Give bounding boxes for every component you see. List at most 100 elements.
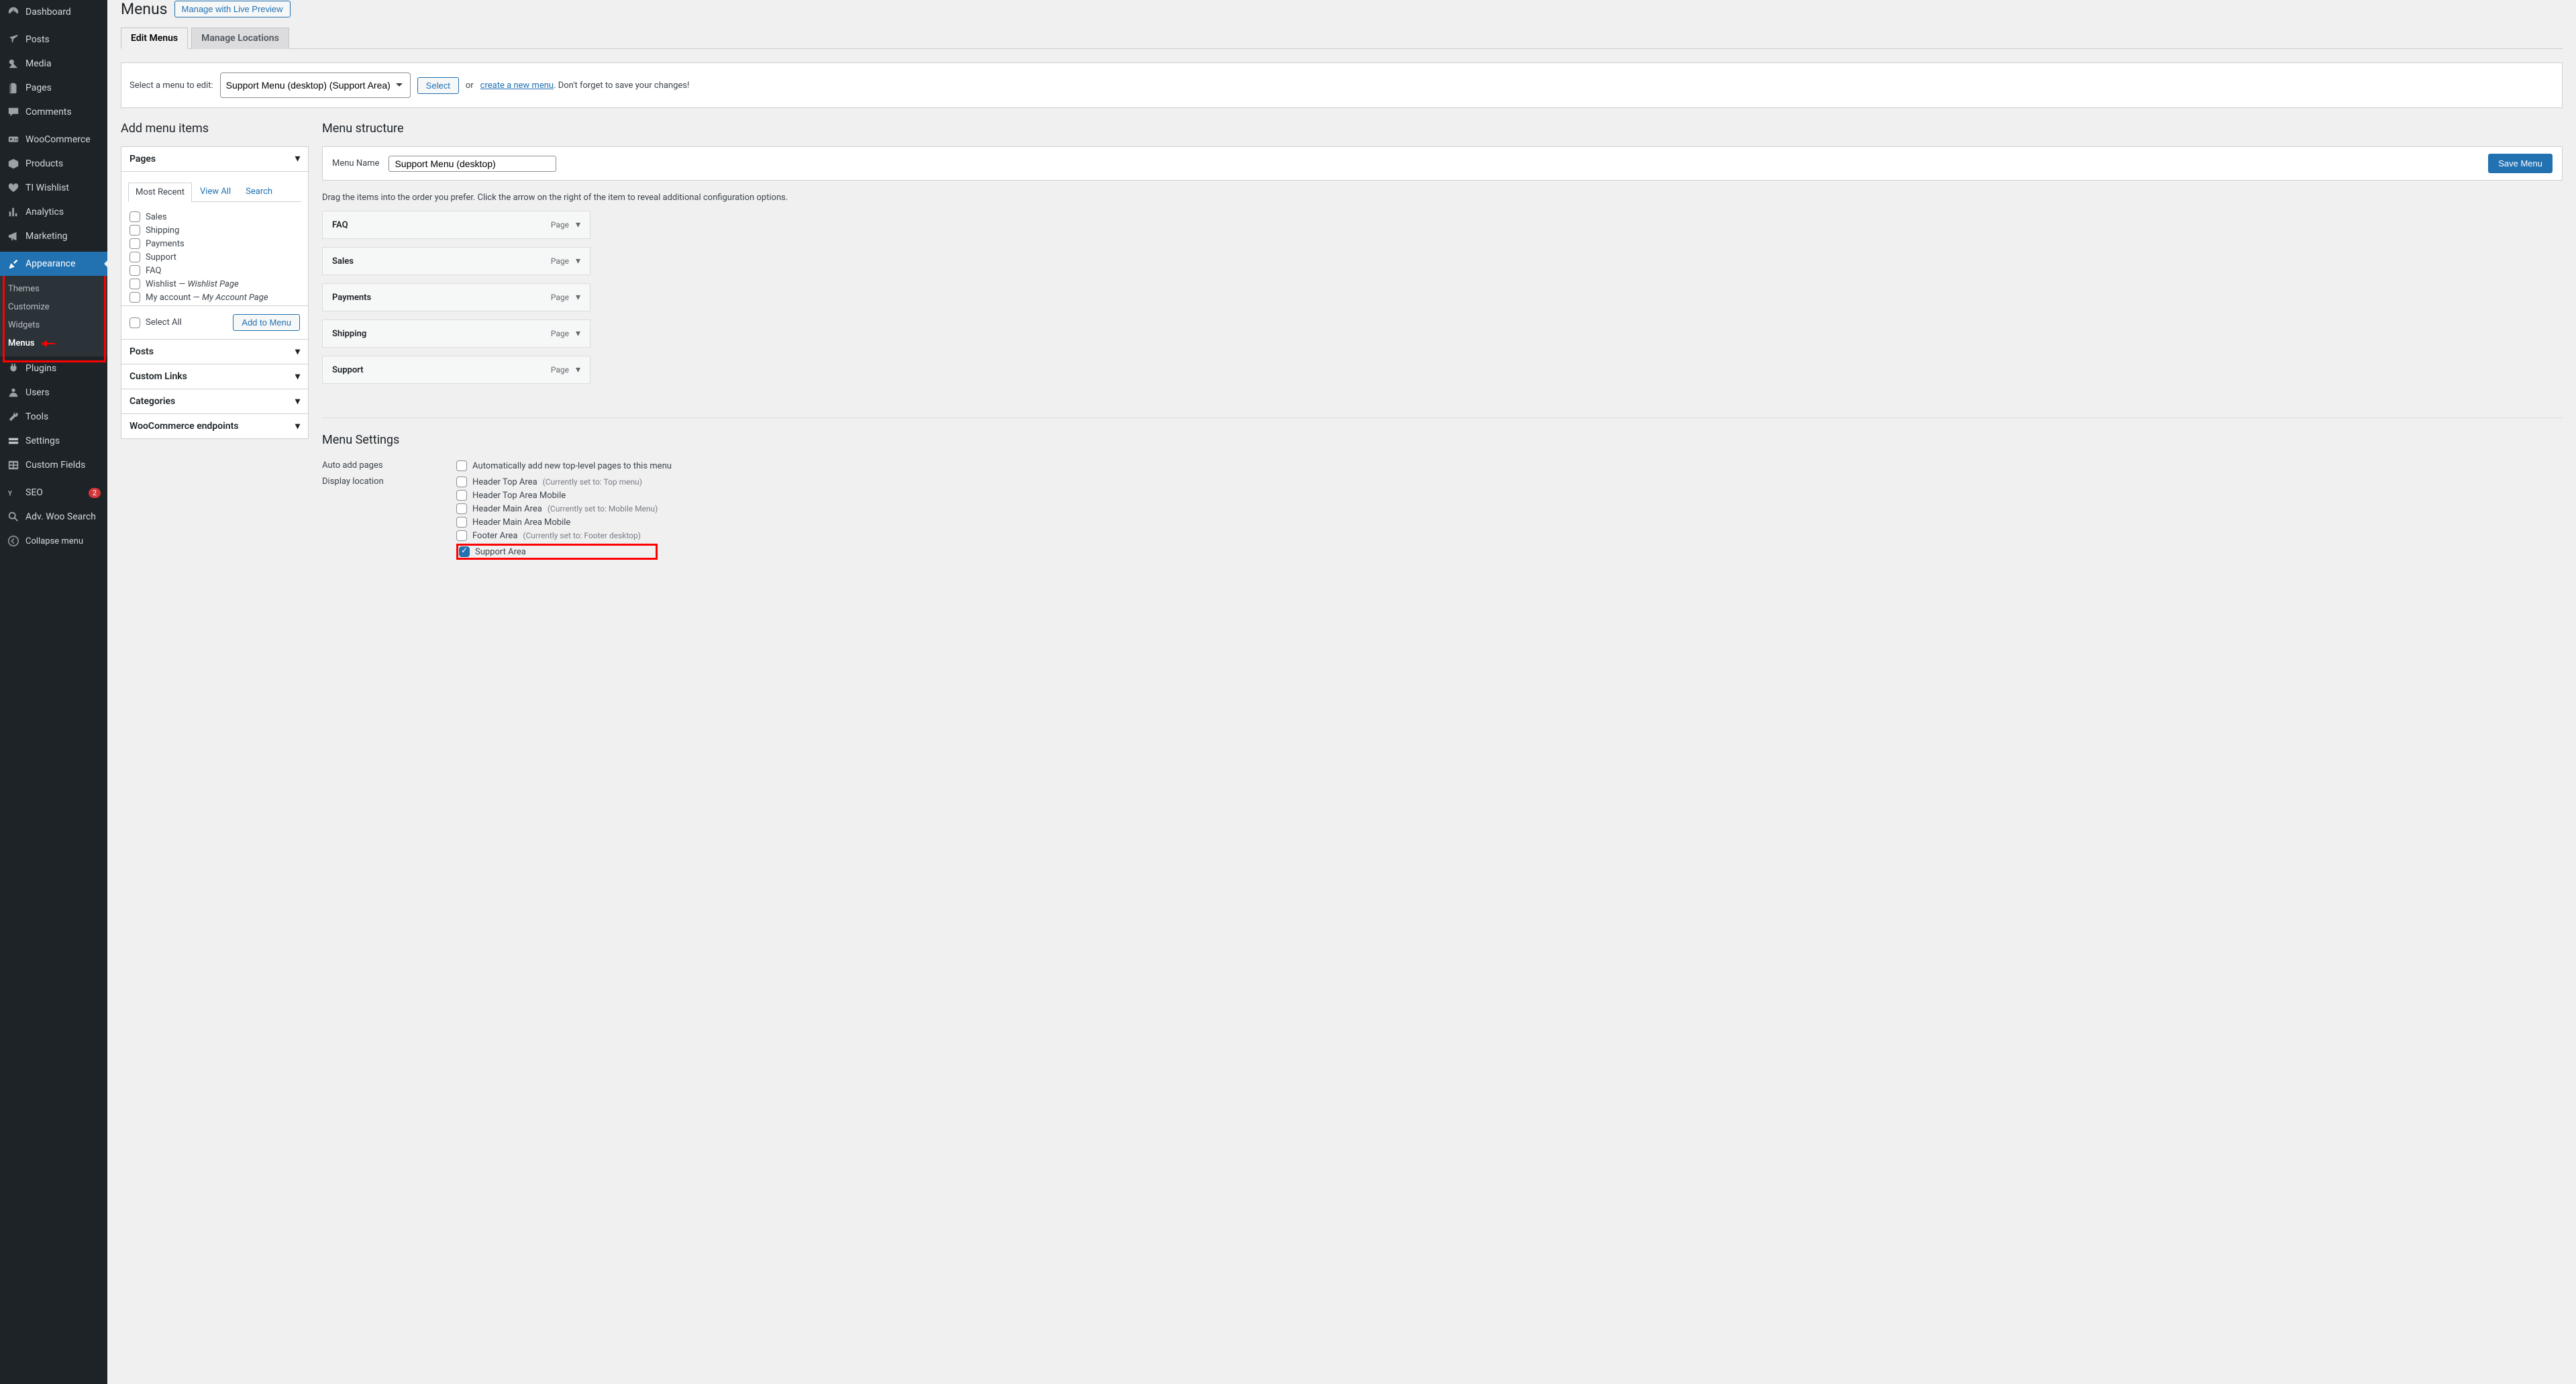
location-option[interactable]: Header Main Area Mobile <box>456 517 658 528</box>
select-all-checkbox[interactable] <box>130 317 140 328</box>
location-checkbox[interactable] <box>456 517 467 528</box>
sidebar-item-tools[interactable]: Tools <box>0 405 107 429</box>
live-preview-button[interactable]: Manage with Live Preview <box>174 1 291 17</box>
menu-structure-item[interactable]: Shipping Page ▾ <box>322 319 590 348</box>
auto-add-checkbox[interactable] <box>456 460 467 471</box>
sidebar-item-dashboard[interactable]: Dashboard <box>0 0 107 24</box>
menu-name-input[interactable] <box>389 156 556 172</box>
sidebar-collapse[interactable]: Collapse menu <box>0 529 107 553</box>
save-menu-button[interactable]: Save Menu <box>2488 154 2553 173</box>
add-to-menu-button[interactable]: Add to Menu <box>233 314 300 331</box>
page-header: Menus Manage with Live Preview <box>121 0 2563 21</box>
select-button[interactable]: Select <box>417 77 459 94</box>
tab-search[interactable]: Search <box>239 183 279 201</box>
page-label: Payments <box>146 239 185 249</box>
sidebar-item-adv-woo-search[interactable]: Adv. Woo Search <box>0 505 107 529</box>
chevron-down-icon: ▾ <box>295 396 300 407</box>
sidebar-item-seo[interactable]: Y SEO 2 <box>0 481 107 505</box>
location-checkbox[interactable] <box>456 477 467 487</box>
auto-add-option[interactable]: Automatically add new top-level pages to… <box>456 460 672 471</box>
sidebar-item-plugins[interactable]: Plugins <box>0 356 107 381</box>
accordion-woo-header[interactable]: WooCommerce endpoints ▾ <box>121 414 308 438</box>
structure-heading: Menu structure <box>322 121 2563 136</box>
submenu-themes[interactable]: Themes <box>0 280 107 298</box>
accordion-categories-header[interactable]: Categories ▾ <box>121 389 308 413</box>
page-checkbox[interactable] <box>130 252 140 262</box>
submenu-widgets[interactable]: Widgets <box>0 316 107 334</box>
menu-item-type: Page <box>551 365 569 375</box>
location-option[interactable]: Header Main Area (Currently set to: Mobi… <box>456 503 658 514</box>
menu-structure-item[interactable]: Sales Page ▾ <box>322 247 590 275</box>
menu-structure-item[interactable]: Payments Page ▾ <box>322 283 590 311</box>
sidebar-item-analytics[interactable]: Analytics <box>0 200 107 224</box>
sidebar-item-wishlist[interactable]: TI Wishlist <box>0 176 107 200</box>
menu-item-title: Payments <box>332 293 371 303</box>
select-all-row: Select All Add to Menu <box>121 305 308 339</box>
chevron-down-icon[interactable]: ▾ <box>576 328 580 339</box>
posts-icon <box>7 33 20 46</box>
location-option[interactable]: Support Area <box>456 544 658 560</box>
sidebar-item-pages[interactable]: Pages <box>0 76 107 100</box>
marketing-icon <box>7 230 20 243</box>
sidebar-item-woocommerce[interactable]: WooCommerce <box>0 128 107 152</box>
page-checkbox[interactable] <box>130 225 140 236</box>
accordion-pages-header[interactable]: Pages ▴ <box>121 147 308 172</box>
location-option[interactable]: Header Top Area Mobile <box>456 490 658 501</box>
accordion-posts-header[interactable]: Posts ▾ <box>121 340 308 364</box>
page-checkbox[interactable] <box>130 211 140 222</box>
chevron-down-icon[interactable]: ▾ <box>576 219 580 230</box>
location-option[interactable]: Footer Area (Currently set to: Footer de… <box>456 530 658 541</box>
tab-manage-locations[interactable]: Manage Locations <box>191 28 289 49</box>
sidebar-item-marketing[interactable]: Marketing <box>0 224 107 248</box>
add-items-heading: Add menu items <box>121 121 309 136</box>
page-checkbox[interactable] <box>130 238 140 249</box>
location-checkbox[interactable] <box>456 503 467 514</box>
accordion-custom-links-header[interactable]: Custom Links ▾ <box>121 364 308 389</box>
select-all-label[interactable]: Select All <box>130 316 182 330</box>
sidebar-item-custom-fields[interactable]: Custom Fields <box>0 453 107 477</box>
sidebar-label: Plugins <box>25 363 101 374</box>
sidebar-item-users[interactable]: Users <box>0 381 107 405</box>
sidebar-item-posts[interactable]: Posts <box>0 28 107 52</box>
svg-text:Y: Y <box>8 491 13 498</box>
tab-most-recent[interactable]: Most Recent <box>128 183 192 202</box>
menu-name-label: Menu Name <box>332 158 379 168</box>
submenu-menus[interactable]: Menus <box>0 334 107 352</box>
chevron-down-icon: ▾ <box>295 346 300 357</box>
location-text: Header Main Area <box>472 504 542 514</box>
sidebar-item-products[interactable]: Products <box>0 152 107 176</box>
tab-edit-menus[interactable]: Edit Menus <box>121 28 188 49</box>
tab-view-all[interactable]: View All <box>193 183 238 201</box>
page-checkbox[interactable] <box>130 292 140 303</box>
menu-select-dropdown[interactable]: Support Menu (desktop) (Support Area) <box>220 72 411 98</box>
create-menu-link[interactable]: create a new menu <box>480 81 554 91</box>
location-text: Header Main Area Mobile <box>472 517 570 528</box>
page-checkbox[interactable] <box>130 265 140 276</box>
location-checkbox[interactable] <box>459 546 470 557</box>
location-text: Header Top Area <box>472 477 537 487</box>
chevron-down-icon[interactable]: ▾ <box>576 256 580 266</box>
chevron-down-icon[interactable]: ▾ <box>576 292 580 303</box>
or-text: or <box>466 81 474 91</box>
menu-structure-item[interactable]: Support Page ▾ <box>322 356 590 384</box>
location-checkbox[interactable] <box>456 530 467 541</box>
sidebar-item-appearance[interactable]: Appearance <box>0 252 107 276</box>
sidebar-item-settings[interactable]: Settings <box>0 429 107 453</box>
accordion-woo-endpoints: WooCommerce endpoints ▾ <box>121 413 308 438</box>
chevron-down-icon[interactable]: ▾ <box>576 364 580 375</box>
sidebar-item-comments[interactable]: Comments <box>0 100 107 124</box>
display-location-row: Display location Header Top Area (Curren… <box>322 474 2563 562</box>
menu-structure-item[interactable]: FAQ Page ▾ <box>322 211 590 239</box>
wishlist-icon <box>7 181 20 195</box>
sidebar-item-media[interactable]: Media <box>0 52 107 76</box>
products-icon <box>7 157 20 170</box>
page-item: My account — My Account Page <box>130 291 303 304</box>
page-checkbox[interactable] <box>130 279 140 289</box>
pages-checkbox-list[interactable]: Sales Shipping Payments Support FAQ Wish… <box>121 209 308 305</box>
submenu-customize[interactable]: Customize <box>0 298 107 316</box>
search-icon <box>7 510 20 524</box>
location-option[interactable]: Header Top Area (Currently set to: Top m… <box>456 477 658 487</box>
users-icon <box>7 386 20 399</box>
location-checkbox[interactable] <box>456 490 467 501</box>
media-icon <box>7 57 20 70</box>
